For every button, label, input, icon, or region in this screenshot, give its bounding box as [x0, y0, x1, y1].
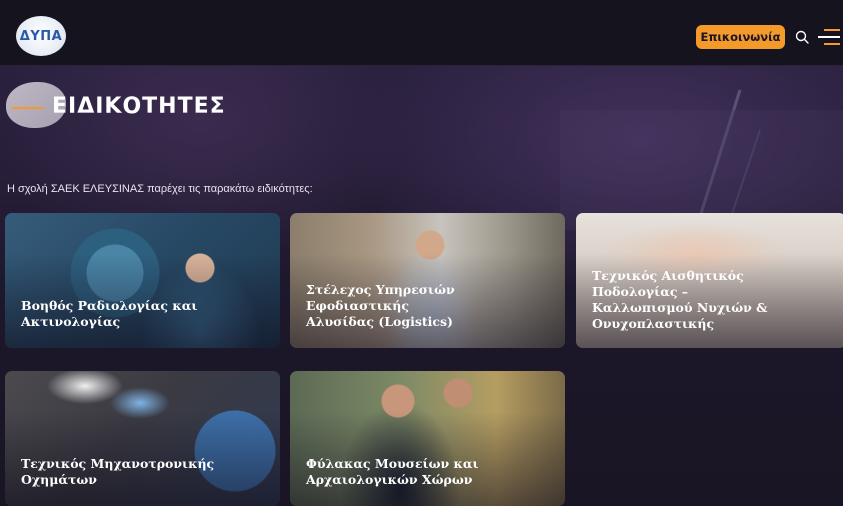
specialty-title-line: Αλυσίδας (Logistics) [306, 314, 453, 329]
specialty-title-line: Φύλακας Μουσείων και [306, 456, 479, 471]
intro-text: Η σχολή ΣΑΕΚ ΕΛΕΥΣΙΝΑΣ παρέχει τις παρακ… [7, 183, 313, 195]
specialty-title-line: Καλλωπισμού Νυχιών & [592, 300, 768, 315]
specialty-title-line: Αρχαιολογικών Χώρων [306, 472, 473, 487]
specialty-title-line: Στέλεχος Υπηρεσιών Εφοδιαστικής [306, 282, 455, 313]
specialty-card-museum-guard[interactable]: Φύλακας Μουσείων και Αρχαιολογικών Χώρων [290, 371, 565, 506]
logo-text: ΔΥΠΑ [19, 28, 63, 44]
menu-icon[interactable] [818, 28, 840, 46]
site-logo[interactable]: ΔΥΠΑ [16, 16, 66, 56]
search-icon[interactable] [795, 30, 809, 44]
specialty-title: Στέλεχος Υπηρεσιών Εφοδιαστικής Αλυσίδας… [306, 282, 549, 330]
specialty-title: Τεχνικός Μηχανοτρονικής Οχημάτων [21, 456, 264, 488]
specialty-card-mechatronics[interactable]: Τεχνικός Μηχανοτρονικής Οχημάτων [5, 371, 280, 506]
title-accent-line [12, 107, 44, 109]
site-header: ΔΥΠΑ Επικοινωνία [0, 0, 843, 66]
specialty-title: Φύλακας Μουσείων και Αρχαιολογικών Χώρων [306, 456, 549, 488]
contact-button[interactable]: Επικοινωνία [696, 25, 785, 49]
specialty-title-line: Βοηθός Ραδιολογίας και Ακτινολογίας [21, 298, 198, 329]
specialty-title-line: Τεχνικός Αισθητικός Ποδολογίας – [592, 268, 744, 299]
specialty-title-line: Ονυχοπλαστικής [592, 316, 715, 331]
specialty-title-line: Τεχνικός Μηχανοτρονικής Οχημάτων [21, 456, 215, 487]
specialty-card-logistics[interactable]: Στέλεχος Υπηρεσιών Εφοδιαστικής Αλυσίδας… [290, 213, 565, 348]
page-title: ΕΙΔΙΚΟΤΗΤΕΣ [52, 94, 226, 119]
specialty-card-radiology[interactable]: Βοηθός Ραδιολογίας και Ακτινολογίας [5, 213, 280, 348]
specialty-title: Βοηθός Ραδιολογίας και Ακτινολογίας [21, 298, 264, 330]
specialty-title: Τεχνικός Αισθητικός Ποδολογίας – Καλλωπι… [592, 268, 830, 332]
specialty-card-podology[interactable]: Τεχνικός Αισθητικός Ποδολογίας – Καλλωπι… [576, 213, 843, 348]
